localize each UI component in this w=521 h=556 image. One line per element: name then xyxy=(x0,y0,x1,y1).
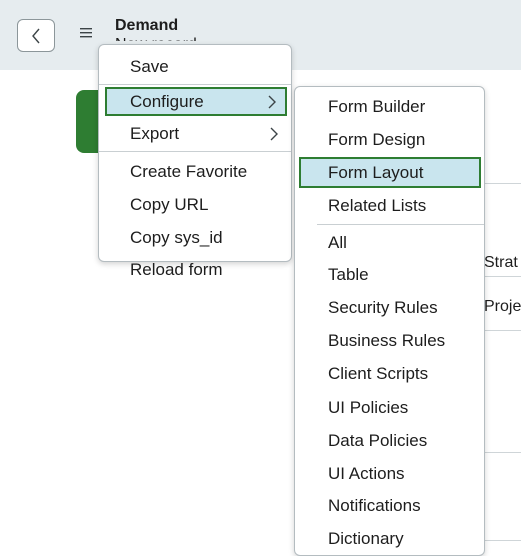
menu-item-reload-form[interactable]: Reload form xyxy=(99,257,291,283)
divider xyxy=(484,183,521,184)
menu-item-label: Form Layout xyxy=(328,162,424,182)
hamburger-icon[interactable] xyxy=(80,27,92,38)
submenu-item-all[interactable]: All xyxy=(295,230,484,256)
divider xyxy=(484,330,521,331)
menu-item-label: Copy URL xyxy=(130,195,209,214)
menu-item-save[interactable]: Save xyxy=(99,54,291,80)
submenu-item-security-rules[interactable]: Security Rules xyxy=(295,295,484,321)
field-value-strategy[interactable]: Strat xyxy=(484,253,521,273)
menu-item-label: Reload form xyxy=(130,260,223,279)
menu-item-label: Form Design xyxy=(328,130,426,149)
submenu-item-form-builder[interactable]: Form Builder xyxy=(295,94,484,120)
menu-item-label: UI Actions xyxy=(328,464,405,483)
divider xyxy=(484,452,521,453)
menu-item-label: Table xyxy=(328,265,369,284)
menu-item-label: Notifications xyxy=(328,496,421,515)
chevron-right-icon xyxy=(268,95,276,108)
menu-item-create-favorite[interactable]: Create Favorite xyxy=(99,159,291,185)
menu-separator xyxy=(99,84,291,85)
field-value-project[interactable]: Proje xyxy=(484,297,521,317)
menu-item-export[interactable]: Export xyxy=(99,121,291,147)
menu-item-label: Export xyxy=(130,124,180,143)
menu-item-label: Related Lists xyxy=(328,196,427,215)
menu-item-label: All xyxy=(328,233,347,252)
submenu-item-business-rules[interactable]: Business Rules xyxy=(295,328,484,354)
submenu-item-ui-policies[interactable]: UI Policies xyxy=(295,395,484,421)
context-menu: Save Configure Export Create Favorite Co… xyxy=(98,44,292,279)
submenu-item-notifications[interactable]: Notifications xyxy=(295,493,484,519)
submenu-item-form-design[interactable]: Form Design xyxy=(295,127,484,153)
record-type-title: Demand xyxy=(115,17,179,34)
menu-item-label: Security Rules xyxy=(328,298,438,317)
submenu-item-dictionary[interactable]: Dictionary xyxy=(295,526,484,552)
menu-item-label: Data Policies xyxy=(328,431,428,450)
submenu-item-data-policies[interactable]: Data Policies xyxy=(295,428,484,454)
chevron-right-icon xyxy=(270,127,278,141)
submenu-item-client-scripts[interactable]: Client Scripts xyxy=(295,361,484,387)
menu-item-label: Copy sys_id xyxy=(130,228,223,247)
menu-separator xyxy=(317,224,484,225)
menu-item-label: Save xyxy=(130,57,169,76)
menu-item-label: Client Scripts xyxy=(328,364,429,383)
submenu-item-related-lists[interactable]: Related Lists xyxy=(295,193,484,219)
menu-item-copy-url[interactable]: Copy URL xyxy=(99,192,291,218)
submenu-item-table[interactable]: Table xyxy=(295,262,484,288)
menu-separator xyxy=(99,151,291,152)
menu-item-label: Business Rules xyxy=(328,331,446,350)
chevron-left-icon xyxy=(32,28,40,43)
configure-submenu: Form Builder Form Design Form Layout Rel… xyxy=(294,86,485,556)
submenu-item-form-layout[interactable]: Form Layout xyxy=(299,157,481,188)
menu-item-label: Create Favorite xyxy=(130,162,248,181)
menu-item-copy-sys-id[interactable]: Copy sys_id xyxy=(99,225,291,251)
divider xyxy=(484,276,521,277)
back-button[interactable] xyxy=(17,19,55,52)
menu-item-label: UI Policies xyxy=(328,398,409,417)
menu-item-configure[interactable]: Configure xyxy=(105,87,287,116)
menu-item-label: Form Builder xyxy=(328,97,426,116)
menu-item-label: Configure xyxy=(130,91,204,111)
divider xyxy=(484,540,521,541)
menu-item-label: Dictionary xyxy=(328,529,404,548)
submenu-item-ui-actions[interactable]: UI Actions xyxy=(295,461,484,487)
